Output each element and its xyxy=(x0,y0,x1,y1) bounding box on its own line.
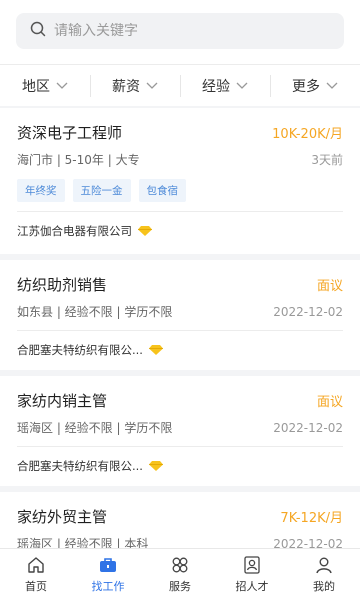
gem-icon xyxy=(148,461,163,471)
gem-icon xyxy=(148,345,163,355)
job-title: 纺织助剂销售 xyxy=(17,276,108,294)
job-date: 3天前 xyxy=(311,153,343,167)
chevron-down-icon xyxy=(236,82,248,89)
filter-more[interactable]: 更多 xyxy=(270,65,360,106)
tab-label: 我的 xyxy=(313,580,335,593)
filter-experience[interactable]: 经验 xyxy=(180,65,270,106)
filter-label: 经验 xyxy=(202,78,230,95)
job-salary: 面议 xyxy=(316,279,343,294)
tab-recruit[interactable]: 招人才 xyxy=(216,549,288,600)
gem-icon xyxy=(138,226,152,236)
search-bar xyxy=(0,0,360,64)
search-box[interactable] xyxy=(16,13,344,49)
filter-bar: 地区 薪资 经验 更多 xyxy=(0,64,360,106)
divider xyxy=(17,330,343,331)
job-date: 2022-12-02 xyxy=(273,304,343,319)
job-card[interactable]: 纺织助剂销售 面议 如东县 | 经验不限 | 学历不限 2022-12-02 合… xyxy=(0,260,360,370)
tab-label: 服务 xyxy=(169,580,191,593)
chevron-down-icon xyxy=(326,82,338,89)
bottom-tab-bar: 首页 找工作 服务 招人才 我的 xyxy=(0,548,360,600)
job-date: 2022-12-02 xyxy=(273,420,343,435)
benefit-tag: 五险一金 xyxy=(72,179,131,202)
job-meta: 如东县 | 经验不限 | 学历不限 xyxy=(17,305,173,319)
job-title: 家纺外贸主管 xyxy=(17,508,108,526)
tab-profile[interactable]: 我的 xyxy=(288,549,360,600)
job-salary: 7K-12K/月 xyxy=(280,511,343,526)
chevron-down-icon xyxy=(56,82,68,89)
tab-find-job[interactable]: 找工作 xyxy=(72,549,144,600)
tab-services[interactable]: 服务 xyxy=(144,549,216,600)
search-icon xyxy=(30,21,46,41)
tab-label: 首页 xyxy=(25,580,47,593)
company-name: 江苏伽合电器有限公司 xyxy=(17,224,132,238)
filter-label: 更多 xyxy=(292,78,320,95)
briefcase-icon xyxy=(100,558,116,572)
filter-region[interactable]: 地区 xyxy=(0,65,90,106)
profile-icon xyxy=(316,557,332,574)
divider xyxy=(17,446,343,447)
job-title: 家纺内销主管 xyxy=(17,392,108,410)
company-name: 合肥塞夫特纺织有限公... xyxy=(17,343,143,357)
job-meta: 瑶海区 | 经验不限 | 学历不限 xyxy=(17,421,173,435)
tab-home[interactable]: 首页 xyxy=(0,549,72,600)
job-salary: 10K-20K/月 xyxy=(272,127,343,142)
job-title: 资深电子工程师 xyxy=(17,124,123,142)
home-icon xyxy=(28,557,44,573)
search-input[interactable] xyxy=(54,23,334,39)
tab-label: 找工作 xyxy=(91,580,125,593)
filter-label: 地区 xyxy=(22,78,50,95)
job-card[interactable]: 资深电子工程师 10K-20K/月 海门市 | 5-10年 | 大专 3天前 年… xyxy=(0,108,360,254)
company-name: 合肥塞夫特纺织有限公... xyxy=(17,459,143,473)
filter-label: 薪资 xyxy=(112,78,140,95)
benefit-tag: 包食宿 xyxy=(138,179,186,202)
services-icon xyxy=(172,557,188,573)
tab-label: 招人才 xyxy=(235,580,269,593)
job-salary: 面议 xyxy=(316,395,343,410)
chevron-down-icon xyxy=(146,82,158,89)
recruit-icon xyxy=(244,556,260,574)
benefit-tag: 年终奖 xyxy=(17,179,65,202)
job-meta: 海门市 | 5-10年 | 大专 xyxy=(17,153,140,167)
job-card[interactable]: 家纺内销主管 面议 瑶海区 | 经验不限 | 学历不限 2022-12-02 合… xyxy=(0,376,360,486)
divider xyxy=(17,211,343,212)
filter-salary[interactable]: 薪资 xyxy=(90,65,180,106)
